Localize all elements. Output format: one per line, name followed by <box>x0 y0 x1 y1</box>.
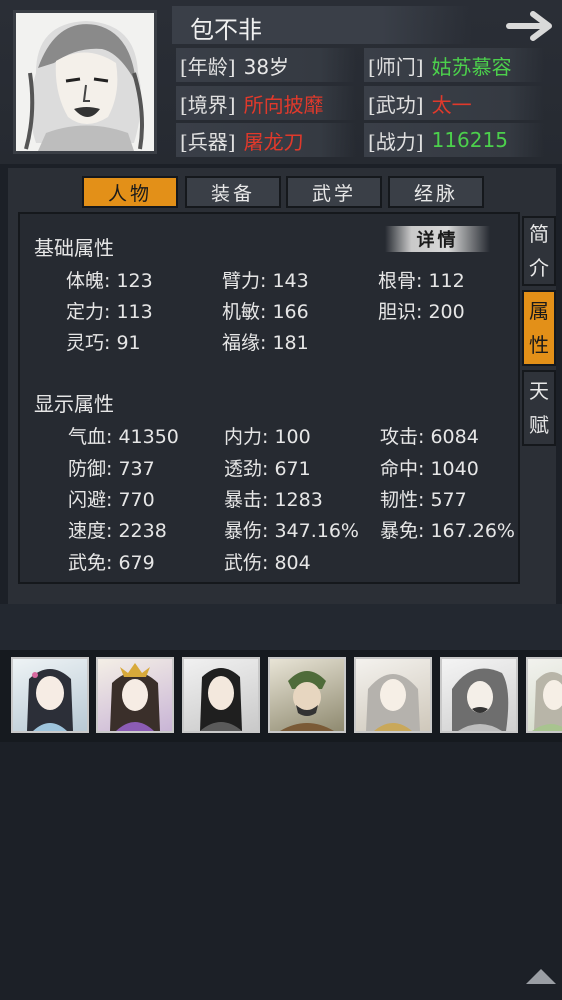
stat-fortune: 福缘: 181 <box>222 332 309 354</box>
stat-dodge: 闪避: 770 <box>68 489 155 511</box>
power-value: 116215 <box>431 128 508 152</box>
side-tab-intro[interactable]: 简介 <box>522 216 556 286</box>
roster-avatar[interactable] <box>182 657 260 733</box>
stat-crit-damage: 暴伤: 347.16% <box>224 520 359 542</box>
martial-value: 太一 <box>431 92 472 117</box>
details-button[interactable]: 详情 <box>385 226 490 252</box>
stat-constitution: 根骨: 112 <box>378 270 465 292</box>
next-character-button[interactable] <box>505 8 557 44</box>
tab-martial-arts[interactable]: 武学 <box>286 176 382 208</box>
arrow-right-icon <box>506 11 552 41</box>
stat-martial-damage: 武伤: 804 <box>224 552 311 574</box>
power-label: [战力] <box>368 129 424 154</box>
stat-toughness: 韧性: 577 <box>380 489 467 511</box>
master-row: [师门] 姑苏慕容 <box>368 48 512 82</box>
stat-internal-force: 内力: 100 <box>224 426 311 448</box>
stat-strength: 臂力: 143 <box>222 270 309 292</box>
stat-hp: 气血: 41350 <box>68 426 179 448</box>
stat-agility: 机敏: 166 <box>222 301 309 323</box>
roster-avatar[interactable] <box>96 657 174 733</box>
roster-avatar[interactable] <box>268 657 346 733</box>
age-label: [年龄] <box>180 54 236 79</box>
tab-equipment[interactable]: 装备 <box>185 176 281 208</box>
roster-avatar[interactable] <box>354 657 432 733</box>
divider-area <box>0 604 562 650</box>
tab-meridians[interactable]: 经脉 <box>388 176 484 208</box>
age-value: 38岁 <box>243 54 290 79</box>
realm-label: [境界] <box>180 92 236 117</box>
stat-physique: 体魄: 123 <box>66 270 153 292</box>
tab-character[interactable]: 人物 <box>82 176 178 208</box>
stat-defense: 防御: 737 <box>68 458 155 480</box>
stat-dexterity: 灵巧: 91 <box>66 332 141 354</box>
weapon-value: 屠龙刀 <box>243 129 304 154</box>
martial-label: [武功] <box>368 92 424 117</box>
master-value: 姑苏慕容 <box>431 54 512 79</box>
stat-crit: 暴击: 1283 <box>224 489 323 511</box>
stat-composure: 定力: 113 <box>66 301 153 323</box>
age-row: [年龄] 38岁 <box>180 48 289 82</box>
roster-avatar[interactable] <box>526 657 562 733</box>
roster-avatar[interactable] <box>11 657 89 733</box>
stat-crit-resist: 暴免: 167.26% <box>380 520 515 542</box>
triangle-up-icon <box>526 969 556 984</box>
weapon-row: [兵器] 屠龙刀 <box>180 123 304 157</box>
stat-martial-resist: 武免: 679 <box>68 552 155 574</box>
roster-avatar[interactable] <box>440 657 518 733</box>
power-row: [战力] 116215 <box>368 123 508 157</box>
basic-attributes-title: 基础属性 <box>34 236 114 260</box>
character-name: 包不非 <box>190 16 262 44</box>
stat-hit: 命中: 1040 <box>380 458 479 480</box>
weapon-label: [兵器] <box>180 129 236 154</box>
scroll-up-button[interactable] <box>524 966 558 986</box>
character-header: 包不非 [年龄] 38岁 [师门] 姑苏慕容 [境界] 所向披靡 [武功] 太一… <box>0 0 562 164</box>
stat-attack: 攻击: 6084 <box>380 426 479 448</box>
display-attributes-title: 显示属性 <box>34 392 114 416</box>
side-tab-attributes[interactable]: 属性 <box>522 290 556 366</box>
martial-row: [武功] 太一 <box>368 86 472 120</box>
realm-row: [境界] 所向披靡 <box>180 86 324 120</box>
stat-speed: 速度: 2238 <box>68 520 167 542</box>
stat-courage: 胆识: 200 <box>378 301 465 323</box>
side-tab-talents[interactable]: 天赋 <box>522 370 556 446</box>
realm-value: 所向披靡 <box>243 92 324 117</box>
master-label: [师门] <box>368 54 424 79</box>
character-portrait <box>13 10 157 154</box>
stat-penetration: 透劲: 671 <box>224 458 311 480</box>
